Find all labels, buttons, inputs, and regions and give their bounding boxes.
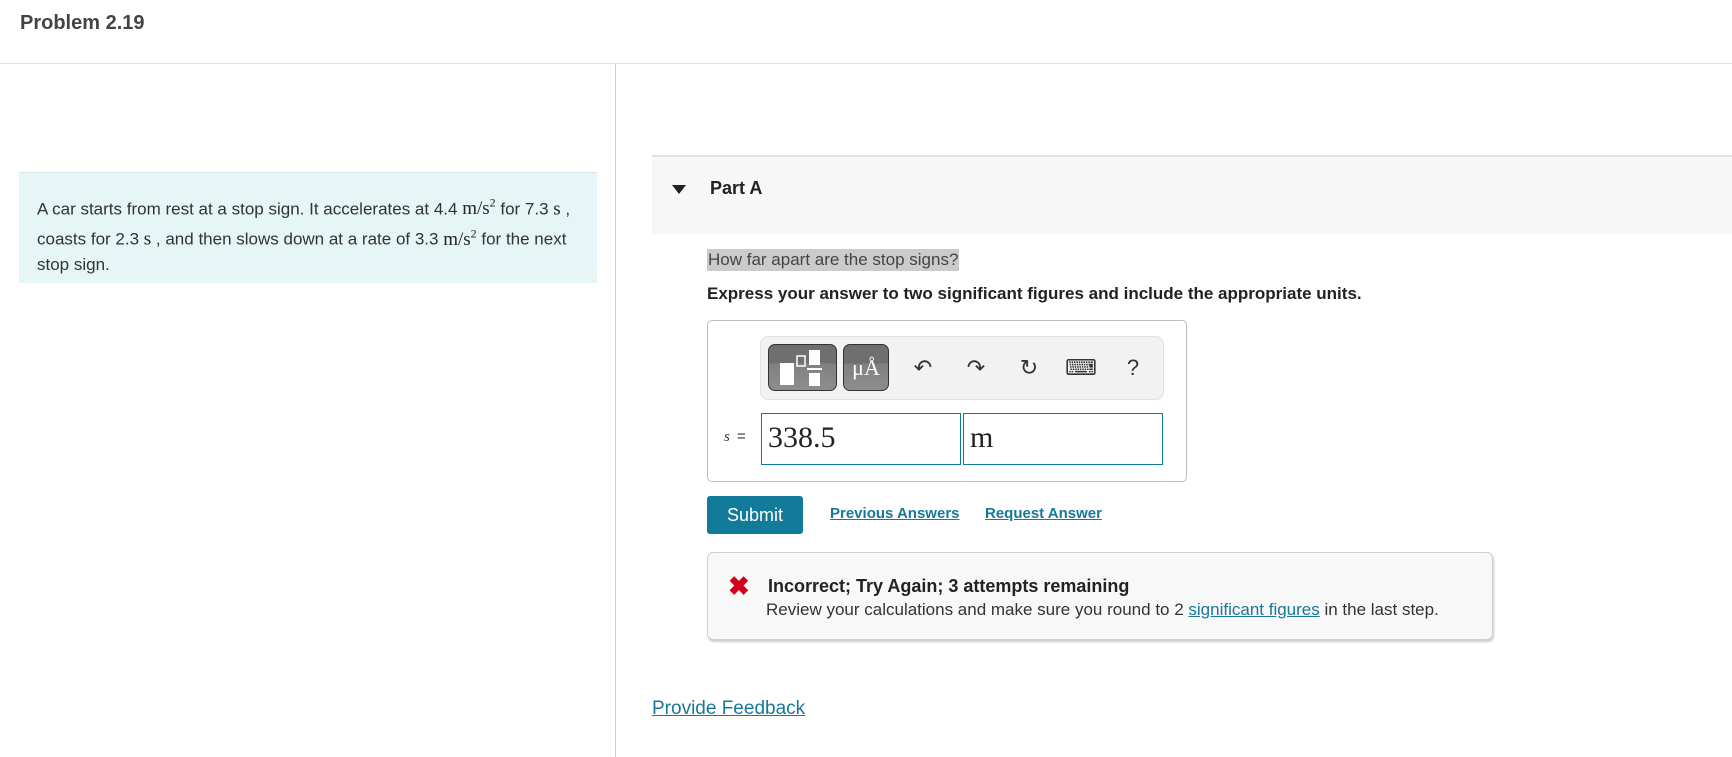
redo-icon[interactable]: ↷ — [959, 351, 993, 385]
part-title: Part A — [710, 178, 763, 198]
templates-button[interactable] — [768, 344, 837, 391]
page-title: Problem 2.19 — [20, 12, 145, 34]
header-divider — [0, 63, 1732, 64]
undo-icon[interactable]: ↶ — [906, 351, 940, 385]
feedback-message-box: ✖ Incorrect; Try Again; 3 attempts remai… — [707, 552, 1493, 640]
math-unit: m/s2 — [443, 226, 477, 250]
feedback-message-text: Review your calculations and make sure y… — [766, 600, 1189, 619]
reset-icon[interactable]: ↻ — [1012, 351, 1046, 385]
incorrect-x-icon: ✖ — [728, 571, 750, 601]
help-icon[interactable]: ? — [1116, 351, 1150, 385]
problem-text: for 7.3 — [495, 199, 554, 219]
submit-button[interactable]: Submit — [707, 496, 803, 534]
previous-answers-link[interactable]: Previous Answers — [830, 505, 960, 522]
significant-figures-link[interactable]: significant figures — [1188, 600, 1319, 619]
math-unit: s — [553, 198, 561, 220]
answer-unit-input[interactable]: m — [963, 413, 1163, 465]
instruction-text: Express your answer to two significant f… — [707, 284, 1362, 303]
feedback-message-text-end: in the last step. — [1319, 600, 1439, 619]
problem-statement: A car starts from rest at a stop sign. I… — [19, 172, 597, 283]
feedback-title: Incorrect; Try Again; 3 attempts remaini… — [768, 576, 1130, 596]
request-answer-link[interactable]: Request Answer — [985, 505, 1102, 522]
math-toolbar: μÅ ↶ ↷ ↻ ⌨ ? — [760, 336, 1164, 400]
column-divider — [615, 64, 616, 757]
math-unit: m/s2 — [462, 196, 496, 220]
provide-feedback-link[interactable]: Provide Feedback — [652, 698, 805, 720]
part-a-header[interactable]: Part A — [652, 155, 1732, 234]
answer-value-input[interactable]: 338.5 — [761, 413, 961, 465]
problem-text: , and then slows down at a rate of 3.3 — [151, 229, 444, 249]
question-text: How far apart are the stop signs? — [707, 249, 960, 271]
collapse-caret-icon[interactable] — [672, 185, 686, 194]
feedback-message: Review your calculations and make sure y… — [766, 600, 1439, 620]
keyboard-icon[interactable]: ⌨ — [1064, 351, 1098, 385]
problem-text: A car starts from rest at a stop sign. I… — [37, 199, 463, 219]
answer-variable: s — [724, 429, 730, 445]
units-button[interactable]: μÅ — [843, 344, 889, 391]
answer-equals: = — [737, 428, 746, 445]
templates-icon — [780, 350, 822, 386]
